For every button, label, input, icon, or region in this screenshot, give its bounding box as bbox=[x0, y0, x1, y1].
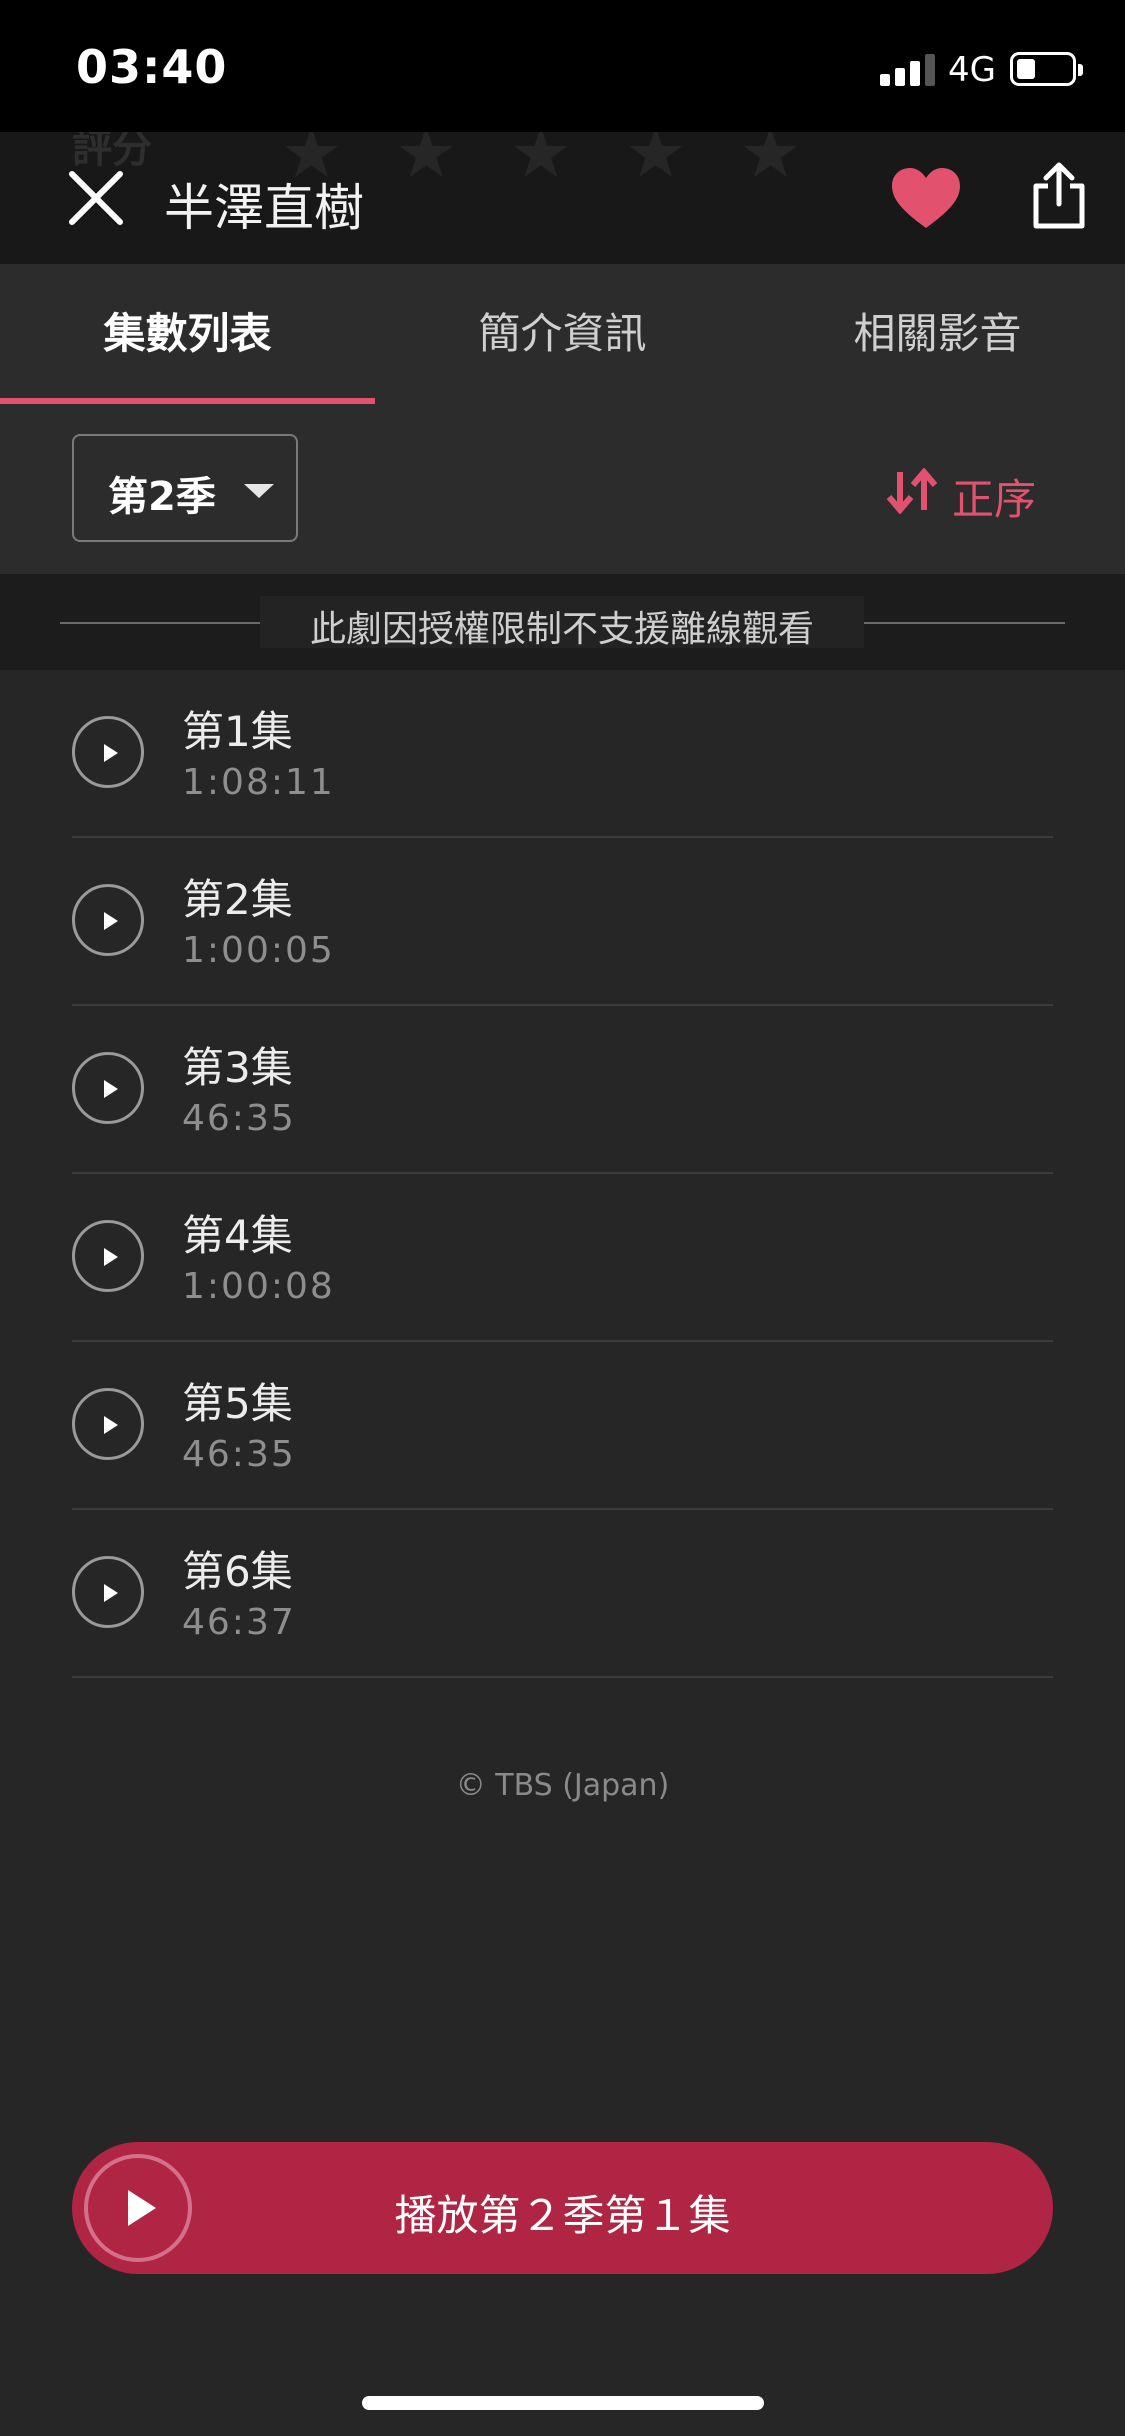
episode-duration: 46:35 bbox=[182, 1434, 296, 1475]
copyright-text: © TBS (Japan) bbox=[455, 1768, 670, 1803]
play-icon bbox=[72, 1220, 144, 1292]
episode-duration: 1:00:08 bbox=[182, 1266, 335, 1307]
episode-title: 第3集 bbox=[182, 1043, 293, 1092]
page-title: 半澤直樹 bbox=[164, 179, 364, 237]
home-indicator[interactable] bbox=[362, 2396, 764, 2410]
play-button-label: 播放第２季第１集 bbox=[394, 2191, 731, 2240]
offline-notice: 此劇因授權限制不支援離線觀看 bbox=[0, 574, 1125, 670]
battery-icon bbox=[1010, 52, 1083, 86]
signal-icon bbox=[880, 52, 936, 86]
share-button[interactable] bbox=[1030, 160, 1088, 232]
episode-row[interactable]: 第2集 1:00:05 bbox=[0, 838, 1125, 1006]
episode-row[interactable]: 第5集 46:35 bbox=[0, 1342, 1125, 1510]
episode-title: 第1集 bbox=[182, 707, 293, 756]
sort-arrows-icon bbox=[886, 468, 938, 514]
episode-row[interactable]: 第6集 46:37 bbox=[0, 1510, 1125, 1678]
episode-duration: 46:35 bbox=[182, 1098, 296, 1139]
season-dropdown[interactable]: 第2季 bbox=[72, 434, 298, 542]
caret-down-icon bbox=[244, 484, 274, 498]
play-icon bbox=[72, 1388, 144, 1460]
episode-title: 第4集 bbox=[182, 1211, 293, 1260]
episode-duration: 46:37 bbox=[182, 1602, 296, 1643]
episode-row[interactable]: 第3集 46:35 bbox=[0, 1006, 1125, 1174]
offline-notice-text: 此劇因授權限制不支援離線觀看 bbox=[309, 609, 814, 650]
notice-divider-left bbox=[60, 622, 260, 624]
tab-info[interactable]: 簡介資訊 bbox=[375, 264, 750, 404]
play-icon bbox=[72, 884, 144, 956]
play-first-episode-button[interactable]: 播放第２季第１集 bbox=[72, 2142, 1053, 2274]
episode-row[interactable]: 第4集 1:00:08 bbox=[0, 1174, 1125, 1342]
season-label: 第2季 bbox=[108, 474, 216, 520]
close-icon bbox=[69, 171, 123, 225]
episode-duration: 1:08:11 bbox=[182, 762, 335, 803]
sort-order-label: 正序 bbox=[952, 475, 1037, 524]
notice-text-box: 此劇因授權限制不支援離線觀看 bbox=[260, 596, 864, 650]
episode-title: 第2集 bbox=[182, 875, 293, 924]
tab-related-videos[interactable]: 相關影音 bbox=[750, 264, 1125, 404]
list-controls: 第2季 正序 bbox=[0, 404, 1125, 574]
status-time: 03:40 bbox=[76, 40, 228, 94]
rating-stars-bg: ★★★★★ bbox=[280, 132, 854, 194]
episode-title: 第5集 bbox=[182, 1379, 293, 1428]
status-bar: 03:40 4G bbox=[0, 0, 1125, 132]
tab-episode-list[interactable]: 集數列表 bbox=[0, 264, 375, 404]
play-icon bbox=[72, 1556, 144, 1628]
close-button[interactable] bbox=[64, 166, 128, 230]
episode-title: 第6集 bbox=[182, 1547, 293, 1596]
share-icon bbox=[1033, 162, 1085, 229]
header: 評分 ★★★★★ 半澤直樹 bbox=[0, 132, 1125, 264]
play-icon bbox=[72, 716, 144, 788]
heart-icon bbox=[892, 168, 960, 228]
tab-bar: 集數列表 簡介資訊 相關影音 bbox=[0, 264, 1125, 404]
network-label: 4G bbox=[948, 50, 996, 90]
episode-duration: 1:00:05 bbox=[182, 930, 335, 971]
episode-row[interactable]: 第1集 1:08:11 bbox=[0, 670, 1125, 838]
favorite-button[interactable] bbox=[890, 166, 962, 232]
notice-divider-right bbox=[864, 622, 1065, 624]
play-icon bbox=[72, 1052, 144, 1124]
row-divider bbox=[72, 1676, 1053, 1678]
